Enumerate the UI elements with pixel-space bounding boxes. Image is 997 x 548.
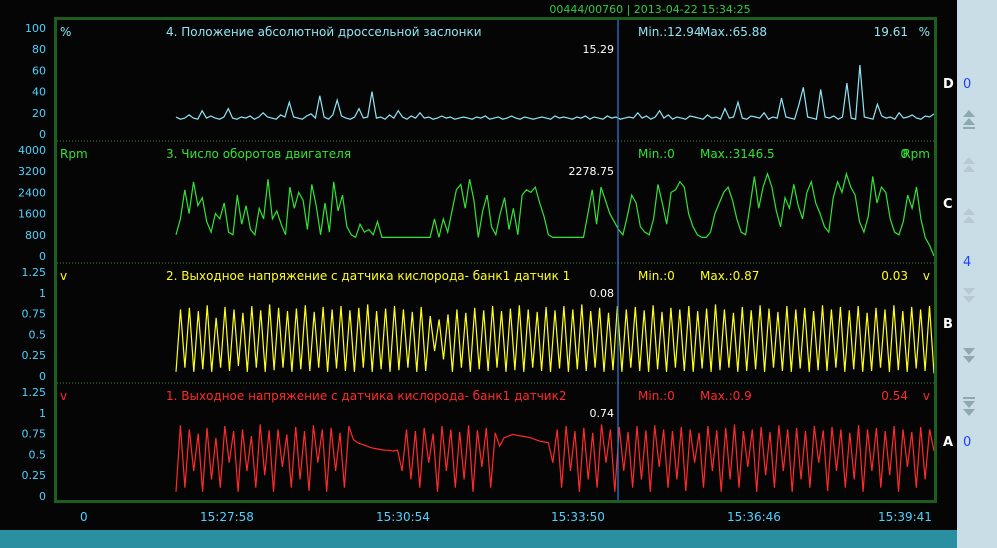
y-tick-label: 80 (32, 43, 46, 56)
time-label-1: 15:27:58 (200, 510, 254, 524)
y-tick-label: 0.5 (29, 328, 47, 341)
y-tick-label: 60 (32, 64, 46, 77)
y-tick-label: 0 (39, 370, 46, 383)
side-value-bottom: 0 (963, 435, 972, 450)
scroll-up-icon[interactable] (961, 108, 977, 130)
y-tick-label: 1600 (18, 208, 46, 221)
y-tick-label: 0 (39, 128, 46, 141)
y-tick-label: 100 (25, 22, 46, 35)
y-tick-label: 0.25 (22, 349, 47, 362)
y-tick-label: 1.25 (22, 386, 47, 399)
y-tick-label: 3200 (18, 165, 46, 178)
time-label-2: 15:30:54 (376, 510, 430, 524)
scroll-down-icon-2[interactable] (961, 345, 977, 367)
y-tick-label: 0.75 (22, 308, 47, 321)
side-value-top: 0 (963, 77, 972, 92)
time-label-4: 15:36:46 (727, 510, 781, 524)
channel-label-c: C (943, 197, 953, 212)
scroll-down-icon[interactable] (961, 396, 977, 418)
channel-label-a: A (943, 435, 954, 450)
time-label-3: 15:33:50 (551, 510, 605, 524)
y-tick-label: 0 (39, 250, 46, 263)
y-tick-label: 800 (25, 229, 46, 242)
y-tick-label: 1.25 (22, 266, 47, 279)
y-tick-label: 40 (32, 86, 46, 99)
y-tick-label: 4000 (18, 144, 46, 157)
scroll-up-icon-2[interactable] (961, 155, 977, 177)
y-tick-label: 0.5 (29, 448, 47, 461)
plot-border (54, 17, 937, 503)
step-down-icon[interactable] (961, 285, 977, 307)
y-tick-label: 1 (39, 287, 46, 300)
y-tick-label: 1 (39, 407, 46, 420)
y-tick-label: 2400 (18, 186, 46, 199)
y-tick-label: 20 (32, 107, 46, 120)
time-label-start: 0 (80, 510, 88, 524)
channel-label-b: B (943, 317, 953, 332)
step-up-icon[interactable] (961, 205, 977, 227)
y-tick-label: 0.75 (22, 428, 47, 441)
y-tick-label: 0.25 (22, 469, 47, 482)
time-label-5: 15:39:41 (878, 510, 932, 524)
channel-label-d: D (943, 77, 954, 92)
y-tick-label: 0 (39, 490, 46, 503)
side-value-mid: 4 (963, 255, 972, 270)
